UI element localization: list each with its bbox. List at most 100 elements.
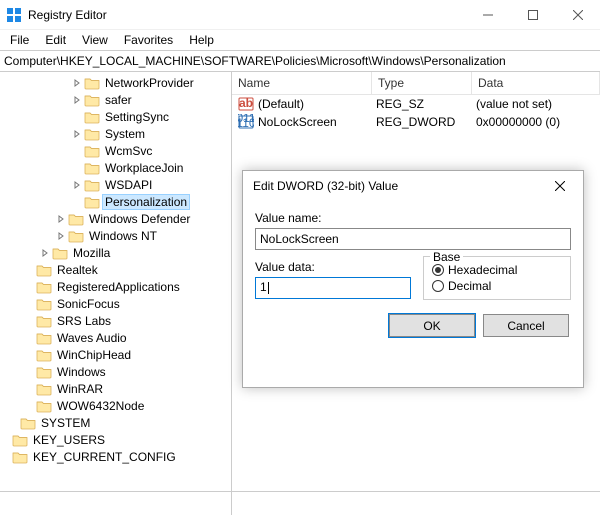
column-header-type[interactable]: Type	[372, 72, 472, 94]
tree-item[interactable]: Mozilla	[0, 244, 231, 261]
tree-item-label: WorkplaceJoin	[103, 161, 185, 175]
expand-closed-icon[interactable]	[72, 79, 82, 87]
expand-closed-icon[interactable]	[56, 215, 66, 223]
tree-item[interactable]: Windows Defender	[0, 210, 231, 227]
tree-item[interactable]: System	[0, 125, 231, 142]
tree-item[interactable]: WSDAPI	[0, 176, 231, 193]
cancel-button[interactable]: Cancel	[483, 314, 569, 337]
minimize-button[interactable]	[465, 0, 510, 30]
tree-item[interactable]: Windows	[0, 363, 231, 380]
value-data-label: Value data:	[255, 260, 411, 274]
folder-icon	[52, 246, 68, 260]
list-row[interactable]: ab(Default)REG_SZ(value not set)	[232, 95, 600, 113]
menu-file[interactable]: File	[2, 31, 37, 49]
folder-icon	[36, 263, 52, 277]
radio-hexadecimal[interactable]: Hexadecimal	[432, 263, 562, 277]
expand-closed-icon[interactable]	[40, 249, 50, 257]
tree-item[interactable]: Windows NT	[0, 227, 231, 244]
value-data-text: 1	[260, 280, 267, 294]
tree-item-label: WOW6432Node	[55, 399, 146, 413]
cell-data: 0x00000000 (0)	[476, 115, 600, 129]
edit-dword-dialog: Edit DWORD (32-bit) Value Value name: Va…	[242, 170, 584, 388]
tree-item[interactable]: WOW6432Node	[0, 397, 231, 414]
folder-icon	[12, 450, 28, 464]
radio-decimal[interactable]: Decimal	[432, 279, 562, 293]
tree-item-label: WSDAPI	[103, 178, 154, 192]
dialog-title: Edit DWORD (32-bit) Value	[253, 179, 545, 193]
reg-binary-icon: 011110	[238, 114, 254, 130]
dialog-titlebar[interactable]: Edit DWORD (32-bit) Value	[243, 171, 583, 201]
tree-item[interactable]: SYSTEM	[0, 414, 231, 431]
list-row[interactable]: 011110NoLockScreenREG_DWORD0x00000000 (0…	[232, 113, 600, 131]
folder-icon	[36, 365, 52, 379]
tree-item[interactable]: WinChipHead	[0, 346, 231, 363]
menu-view[interactable]: View	[74, 31, 116, 49]
close-button[interactable]	[555, 0, 600, 30]
dialog-close-button[interactable]	[545, 178, 575, 194]
tree-item[interactable]: Personalization	[0, 193, 231, 210]
value-name-input[interactable]	[255, 228, 571, 250]
column-header-name[interactable]: Name	[232, 72, 372, 94]
folder-icon	[36, 297, 52, 311]
tree-item[interactable]: SettingSync	[0, 108, 231, 125]
tree-item-label: RegisteredApplications	[55, 280, 182, 294]
radio-icon	[432, 264, 444, 276]
titlebar: Registry Editor	[0, 0, 600, 30]
tree-item-label: Windows Defender	[87, 212, 192, 226]
tree-item-label: SRS Labs	[55, 314, 113, 328]
tree-item[interactable]: NetworkProvider	[0, 74, 231, 91]
base-label: Base	[430, 250, 463, 264]
app-icon	[6, 7, 22, 23]
tree-item-label: Windows NT	[87, 229, 159, 243]
folder-icon	[84, 127, 100, 141]
menu-help[interactable]: Help	[181, 31, 222, 49]
tree-item[interactable]: Waves Audio	[0, 329, 231, 346]
expand-closed-icon[interactable]	[72, 181, 82, 189]
tree-item-label: SYSTEM	[39, 416, 92, 430]
folder-icon	[12, 433, 28, 447]
tree-item-label: NetworkProvider	[103, 76, 196, 90]
folder-icon	[36, 348, 52, 362]
expand-closed-icon[interactable]	[72, 96, 82, 104]
tree-item[interactable]: RegisteredApplications	[0, 278, 231, 295]
column-header-data[interactable]: Data	[472, 72, 600, 94]
tree-item[interactable]: KEY_USERS	[0, 431, 231, 448]
address-bar[interactable]: Computer\HKEY_LOCAL_MACHINE\SOFTWARE\Pol…	[0, 50, 600, 72]
folder-icon	[36, 314, 52, 328]
tree-item[interactable]: WcmSvc	[0, 142, 231, 159]
value-data-input[interactable]: 1	[255, 277, 411, 299]
address-path: Computer\HKEY_LOCAL_MACHINE\SOFTWARE\Pol…	[4, 54, 506, 68]
tree-item-label: System	[103, 127, 147, 141]
tree-item[interactable]: SRS Labs	[0, 312, 231, 329]
expand-closed-icon[interactable]	[56, 232, 66, 240]
tree-item-label: safer	[103, 93, 134, 107]
folder-icon	[20, 416, 36, 430]
tree-item-label: WcmSvc	[103, 144, 154, 158]
tree-item[interactable]: SonicFocus	[0, 295, 231, 312]
list-header: Name Type Data	[232, 72, 600, 95]
menu-favorites[interactable]: Favorites	[116, 31, 181, 49]
tree-item[interactable]: WorkplaceJoin	[0, 159, 231, 176]
ok-button[interactable]: OK	[389, 314, 475, 337]
folder-icon	[36, 399, 52, 413]
tree-item[interactable]: KEY_CURRENT_CONFIG	[0, 448, 231, 465]
expand-closed-icon[interactable]	[72, 130, 82, 138]
value-name-label: Value name:	[255, 211, 571, 225]
folder-icon	[36, 331, 52, 345]
tree-item[interactable]: safer	[0, 91, 231, 108]
tree-item[interactable]: Realtek	[0, 261, 231, 278]
menu-edit[interactable]: Edit	[37, 31, 74, 49]
cell-type: REG_SZ	[376, 97, 476, 111]
maximize-button[interactable]	[510, 0, 555, 30]
folder-icon	[84, 195, 100, 209]
tree-item-label: Realtek	[55, 263, 100, 277]
menubar: File Edit View Favorites Help	[0, 30, 600, 50]
tree-item-label: WinRAR	[55, 382, 105, 396]
statusbar-left	[0, 492, 232, 515]
svg-text:110: 110	[238, 116, 254, 130]
tree-item-label: KEY_USERS	[31, 433, 107, 447]
tree-item[interactable]: WinRAR	[0, 380, 231, 397]
statusbar	[0, 491, 600, 515]
cell-data: (value not set)	[476, 97, 600, 111]
tree-pane[interactable]: NetworkProvider saferSettingSync System Wcm…	[0, 72, 232, 491]
